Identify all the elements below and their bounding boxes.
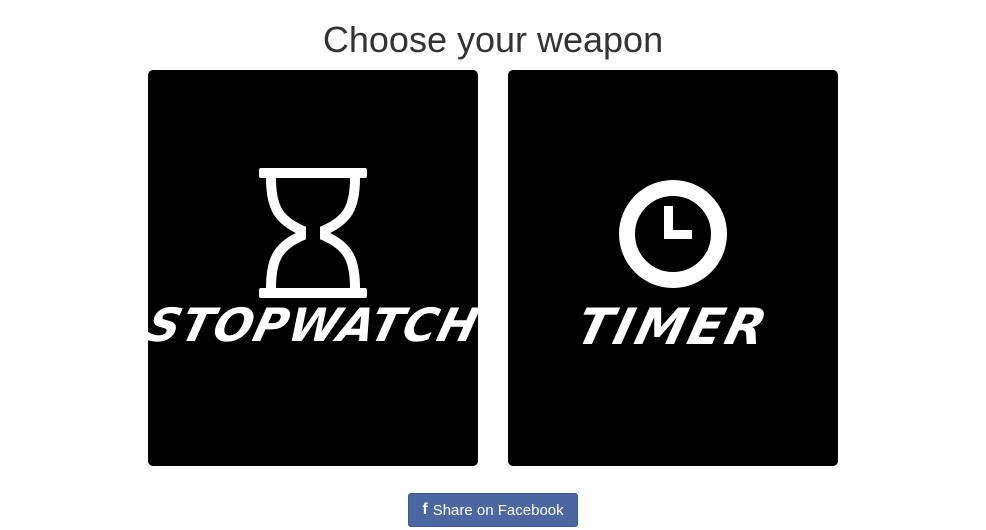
page-title: Choose your weapon — [322, 19, 664, 60]
timer-label: TIMER — [570, 298, 776, 356]
share-facebook-label: Share on Facebook — [432, 501, 564, 519]
stopwatch-label: STOPWATCH — [148, 298, 478, 352]
clock-icon — [619, 180, 727, 288]
page: Choose your weapon STOPWATCH TIMER f Sha… — [0, 0, 986, 530]
stopwatch-card[interactable]: STOPWATCH — [148, 70, 478, 466]
timer-card[interactable]: TIMER — [508, 70, 838, 466]
share-facebook-button[interactable]: f Share on Facebook — [408, 493, 578, 527]
hourglass-icon — [259, 168, 367, 298]
facebook-icon: f — [422, 501, 428, 518]
